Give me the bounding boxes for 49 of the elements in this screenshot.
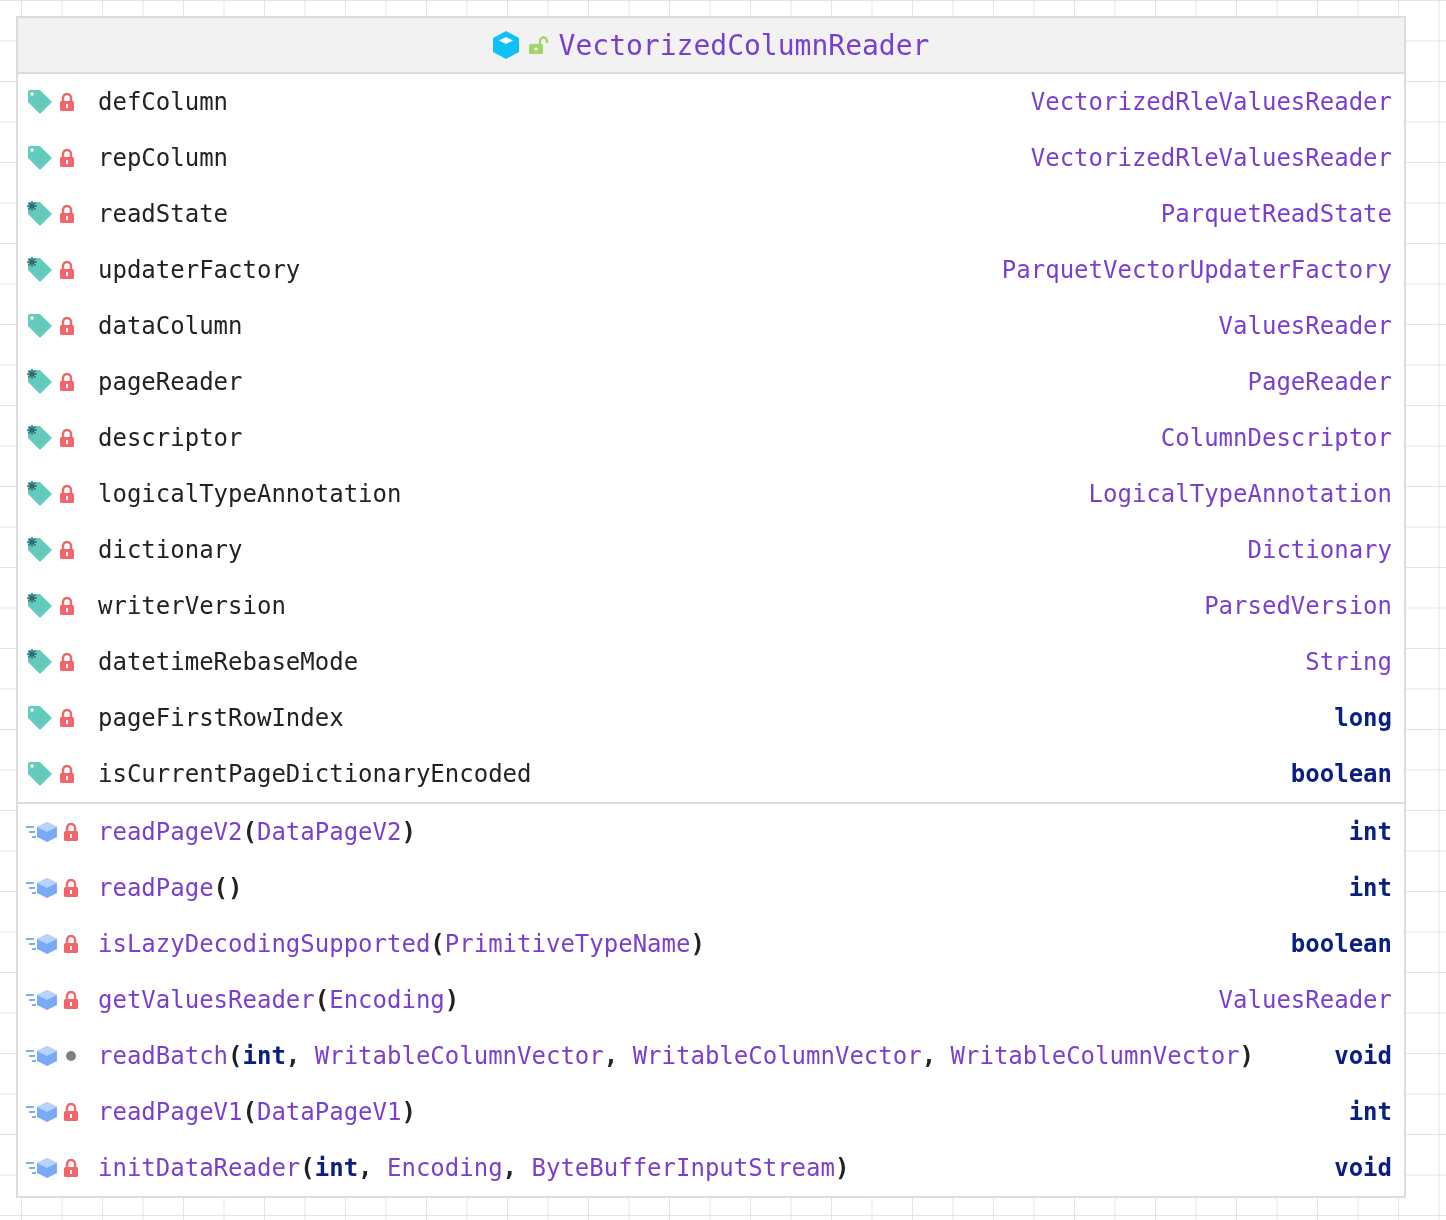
- field-type: PageReader: [1247, 368, 1392, 396]
- field-type: String: [1305, 648, 1392, 676]
- return-type: boolean: [1290, 930, 1392, 958]
- method-icon: [26, 1045, 58, 1067]
- field-type: ValuesReader: [1218, 312, 1392, 340]
- method-icon: [26, 989, 58, 1011]
- field-name: defColumn: [98, 88, 229, 116]
- method-signature: readPageV2(DataPageV2): [98, 818, 416, 846]
- field-type: ParquetVectorUpdaterFactory: [1001, 256, 1392, 284]
- field-name: pageReader: [98, 368, 243, 396]
- return-type: int: [1348, 818, 1392, 846]
- method-signature: isLazyDecodingSupported(PrimitiveTypeName): [98, 930, 705, 958]
- field-type: LogicalTypeAnnotation: [1088, 480, 1392, 508]
- method-signature: readPageV1(DataPageV1): [98, 1098, 416, 1126]
- cube-icon: [492, 31, 519, 59]
- method-signature: readPage(): [98, 874, 243, 902]
- field-type: long: [1334, 704, 1392, 732]
- method-icon: [26, 1101, 58, 1123]
- method-icon: [26, 1157, 58, 1179]
- field-type: VectorizedRleValuesReader: [1030, 144, 1392, 172]
- field-type: VectorizedRleValuesReader: [1030, 88, 1392, 116]
- field-name: updaterFactory: [98, 256, 301, 284]
- method-icon: [26, 877, 58, 899]
- field-type: Dictionary: [1247, 536, 1392, 564]
- field-name: writerVersion: [98, 592, 286, 620]
- class-name: VectorizedColumnReader: [558, 28, 930, 62]
- field-name: readState: [98, 200, 229, 228]
- field-type: ParquetReadState: [1160, 200, 1392, 228]
- field-name: datetimeRebaseMode: [98, 648, 359, 676]
- field-type: ParsedVersion: [1204, 592, 1392, 620]
- field-name: descriptor: [98, 424, 243, 452]
- method-icon: [26, 933, 58, 955]
- field-type: ColumnDescriptor: [1160, 424, 1392, 452]
- field-name: pageFirstRowIndex: [98, 704, 344, 732]
- return-type: void: [1334, 1042, 1392, 1070]
- field-name: dictionary: [98, 536, 243, 564]
- return-type: void: [1334, 1154, 1392, 1182]
- method-icon: [26, 821, 58, 843]
- return-type: int: [1348, 874, 1392, 902]
- field-name: isCurrentPageDictionaryEncoded: [98, 760, 532, 788]
- return-type: ValuesReader: [1218, 986, 1392, 1014]
- field-name: repColumn: [98, 144, 229, 172]
- field-name: dataColumn: [98, 312, 243, 340]
- method-signature: readBatch(int, WritableColumnVector, WritableColumnVector, WritableColumnVector): [98, 1042, 1254, 1070]
- method-signature: getValuesReader(Encoding): [98, 986, 460, 1014]
- field-name: logicalTypeAnnotation: [98, 480, 402, 508]
- return-type: int: [1348, 1098, 1392, 1126]
- field-type: boolean: [1290, 760, 1392, 788]
- method-signature: initDataReader(int, Encoding, ByteBufferInputStream): [98, 1154, 850, 1182]
